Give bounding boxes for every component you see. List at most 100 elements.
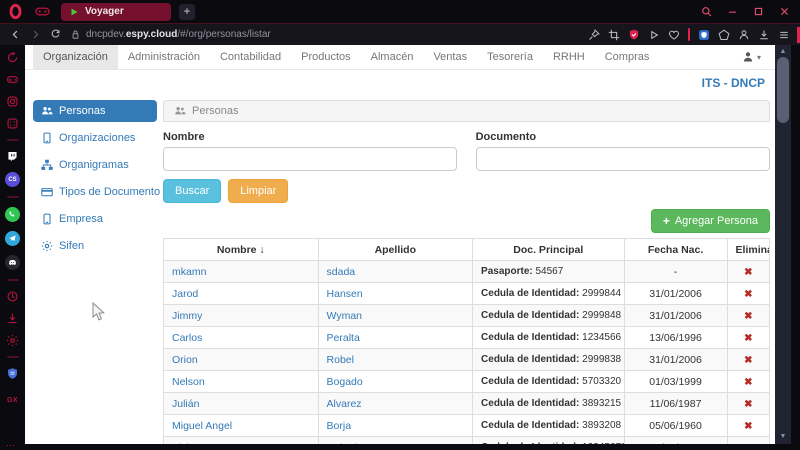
whatsapp-icon[interactable] [5,207,20,222]
window-bottom-edge: ⋯ [0,444,800,450]
delete-person-button[interactable]: ✖ [744,355,752,366]
snapshot-icon[interactable] [608,29,620,41]
panel-header: Personas [163,100,770,122]
nav-item-productos[interactable]: Productos [291,45,361,69]
nav-item-rrhh[interactable]: RRHH [543,45,595,69]
twitch-icon[interactable] [6,150,19,163]
sidebar-item-empresa[interactable]: Empresa [33,208,157,230]
column-header-eliminar[interactable]: Eliminar [727,239,769,261]
person-apellido-link[interactable]: Hansen [327,288,363,300]
delete-person-button[interactable]: ✖ [744,267,752,278]
person-nombre-link[interactable]: Jimmy [172,310,202,322]
gamepad-icon[interactable] [6,73,19,86]
person-nombre-link[interactable]: Carlos [172,332,202,344]
sidebar-item-organizaciones[interactable]: Organizaciones [33,127,157,149]
person-nombre-link[interactable]: Miguel Angel [172,420,232,432]
card-icon [41,186,53,198]
cs-workspace-icon[interactable]: CS [5,172,20,187]
delete-person-button[interactable]: ✖ [744,377,752,388]
person-apellido-link[interactable]: Wyman [327,310,363,322]
column-header-fecha-nac[interactable]: Fecha Nac. [624,239,727,261]
history-icon[interactable] [6,290,19,303]
rail-divider [7,279,19,281]
person-apellido-link[interactable]: sdada [327,266,356,278]
person-nombre-link[interactable]: Jarod [172,288,198,300]
person-apellido-link[interactable]: Alvarez [327,398,362,410]
browser-tab[interactable]: Voyager [61,3,171,21]
nav-item-ventas[interactable]: Ventas [423,45,477,69]
scroll-up-arrow[interactable]: ▲ [775,47,791,57]
table-row: mkamnsdadaPasaporte: 54567-✖ [164,261,770,283]
person-apellido-link[interactable]: Bogado [327,376,363,388]
nombre-input[interactable] [163,147,457,171]
adblock-shield-icon[interactable] [628,29,640,41]
documento-input[interactable] [476,147,770,171]
extension-shield-icon[interactable] [698,29,710,41]
browser-search-icon[interactable] [701,6,712,17]
person-apellido-link[interactable]: Peralta [327,332,360,344]
scrollbar-thumb[interactable] [777,57,789,123]
reload-button[interactable] [50,29,61,40]
limpiar-button[interactable]: Limpiar [228,179,288,203]
agregar-persona-button[interactable]: +Agregar Persona [651,209,770,233]
nav-item-compras[interactable]: Compras [595,45,660,69]
column-header-doc-principal[interactable]: Doc. Principal [473,239,625,261]
buscar-button[interactable]: Buscar [163,179,221,203]
nav-item-almace-n[interactable]: Almacén [361,45,424,69]
delete-person-button[interactable]: ✖ [744,399,752,410]
settings-gear-icon[interactable] [6,334,19,347]
my-flow-icon[interactable] [648,29,660,41]
close-button[interactable] [779,6,790,17]
extension-pentagon-icon[interactable] [718,29,730,41]
sidebar-item-organigramas[interactable]: Organigramas [33,154,157,176]
bookmark-heart-icon[interactable] [668,29,680,41]
nav-item-administracio-n[interactable]: Administración [118,45,210,69]
sidebar-item-tipos-de-documento[interactable]: Tipos de Documento [33,181,157,203]
url-text[interactable]: dncpdev.espy.cloud/#/org/personas/listar [86,29,271,40]
person-nombre-link[interactable]: Orion [172,354,198,366]
nav-item-organizacio-n[interactable]: Organización [33,45,118,69]
pin-tab-icon[interactable] [588,29,600,41]
nav-item-tesoreri-a[interactable]: Tesorería [477,45,543,69]
rail-overflow-icon[interactable]: ⋯ [6,441,15,450]
grid-app-icon[interactable] [6,117,19,130]
telegram-icon[interactable] [5,231,20,246]
delete-person-button[interactable]: ✖ [744,333,752,344]
discord-icon[interactable] [5,255,20,270]
new-tab-button[interactable]: + [179,4,195,20]
column-header-apellido[interactable]: Apellido [318,239,473,261]
person-apellido-link[interactable]: Robel [327,354,354,366]
person-nombre-link[interactable]: mkamn [172,266,206,278]
ublock-shield-icon[interactable] [6,367,19,380]
person-nombre-link[interactable]: Nelson [172,376,205,388]
menu-icon[interactable] [778,29,790,41]
back-button[interactable] [10,29,21,40]
delete-person-button[interactable]: ✖ [744,289,752,300]
delete-person-button[interactable]: ✖ [744,421,752,432]
column-header-nombre[interactable]: Nombre ↓ [164,239,319,261]
forward-button[interactable] [30,29,41,40]
sidebar-item-sifen[interactable]: Sifen [33,235,157,257]
tablet-icon [41,132,53,144]
rail-downloads-icon[interactable] [6,312,19,325]
minimize-button[interactable] [727,6,738,17]
gx-corner-toggle-icon[interactable] [35,4,50,19]
opera-logo-icon[interactable] [8,3,23,20]
nombre-cell: Miguel Angel [164,415,319,437]
panel-title: Personas [192,105,238,117]
sidebar-item-personas[interactable]: Personas [33,100,157,122]
nav-item-contabilidad[interactable]: Contabilidad [210,45,291,69]
profile-icon[interactable] [738,29,750,41]
maximize-button[interactable] [753,6,764,17]
fecha-nac-cell: 31/01/2006 [624,283,727,305]
downloads-icon[interactable] [758,29,770,41]
delete-person-button[interactable]: ✖ [744,311,752,322]
instagram-icon[interactable] [6,95,19,108]
user-menu[interactable]: ▾ [742,45,775,69]
page-scrollbar[interactable]: ▲ ▼ [775,45,791,444]
person-nombre-link[interactable]: Julián [172,398,199,410]
lock-icon[interactable] [70,29,81,40]
person-apellido-link[interactable]: Borja [327,420,352,432]
gx-corner-icon[interactable] [6,51,19,64]
scroll-down-arrow[interactable]: ▼ [775,432,791,442]
